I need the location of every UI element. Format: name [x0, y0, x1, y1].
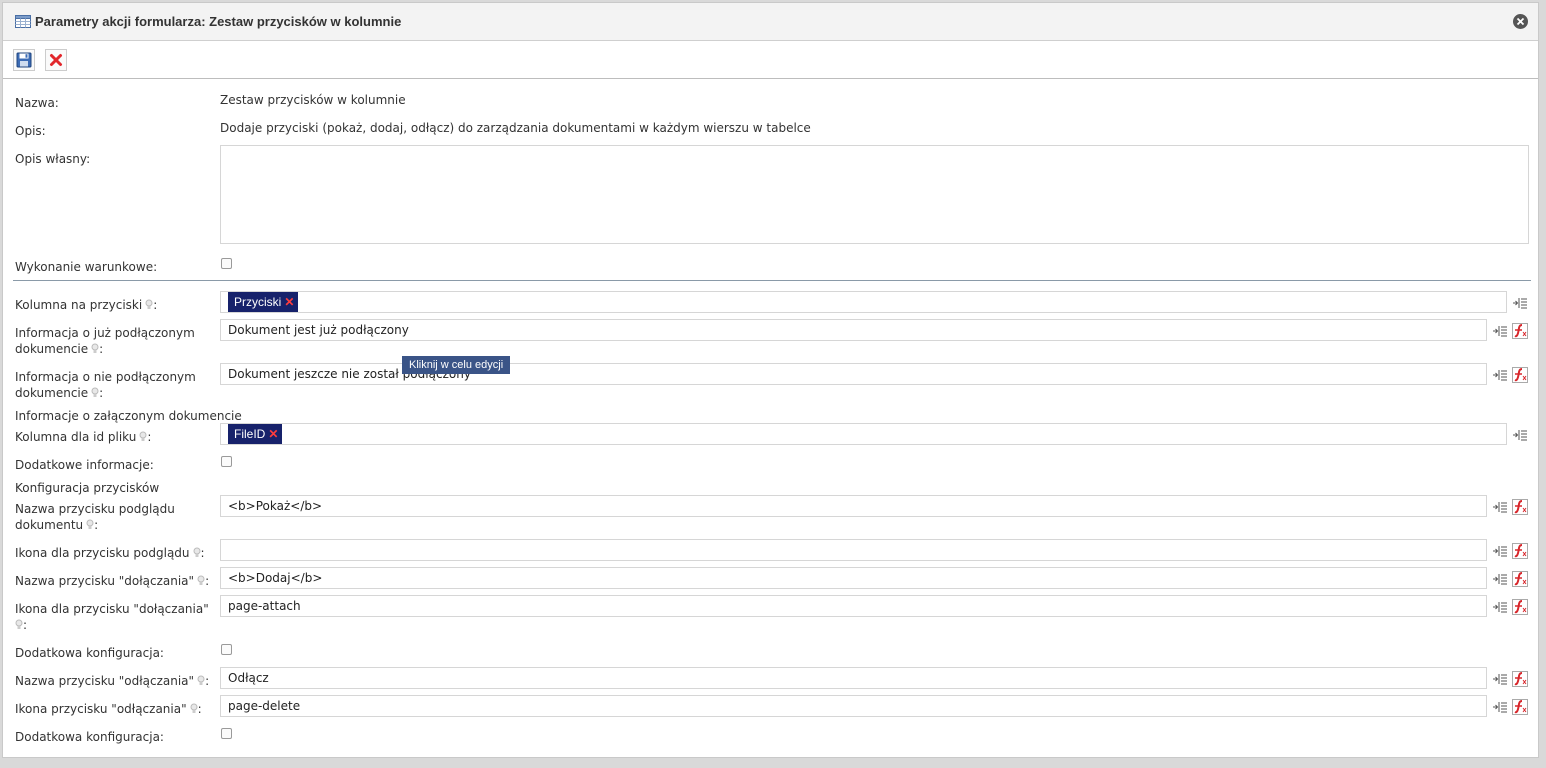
dialog-titlebar: Parametry akcji formularza: Zestaw przyc…	[3, 3, 1538, 41]
insert-variable-icon[interactable]	[1492, 600, 1508, 614]
detach-button-icon-field[interactable]: page-delete	[220, 695, 1487, 717]
preview-button-icon-label: Ikona dla przycisku podglądu:	[15, 546, 205, 560]
lightbulb-icon	[91, 386, 99, 397]
toolbar	[3, 41, 1538, 79]
name-label: Nazwa:	[15, 96, 59, 110]
extra-config-label: Dodatkowa konfiguracja:	[15, 646, 164, 660]
function-icon[interactable]	[1512, 671, 1528, 687]
file-id-tag: FileID ✕	[228, 424, 283, 444]
cancel-button[interactable]	[45, 48, 67, 71]
file-id-column-label: Kolumna dla id pliku:	[15, 430, 152, 444]
attach-button-icon-label: Ikona dla przycisku "dołączania":	[15, 602, 209, 632]
lightbulb-icon	[86, 518, 94, 529]
extra-info-label: Dodatkowe informacje:	[15, 458, 154, 472]
lightbulb-icon	[91, 342, 99, 353]
insert-variable-icon[interactable]	[1512, 296, 1528, 310]
function-icon[interactable]	[1512, 499, 1528, 515]
buttons-config-section-title: Konfiguracja przycisków	[15, 481, 160, 495]
function-icon[interactable]	[1512, 699, 1528, 715]
file-id-column-field[interactable]	[220, 423, 1507, 445]
attach-button-icon-field[interactable]: page-attach	[220, 595, 1487, 617]
lightbulb-icon	[15, 618, 23, 629]
attach-button-name-label: Nazwa przycisku "dołączania":	[15, 574, 210, 588]
own-description-label: Opis własny:	[15, 152, 91, 166]
red-x-icon	[50, 53, 62, 66]
remove-tag-icon[interactable]: ✕	[284, 295, 294, 309]
save-button[interactable]	[13, 48, 35, 71]
description-value: Dodaje przyciski (pokaż, dodaj, odłącz) …	[220, 121, 811, 135]
extra-config-checkbox[interactable]	[221, 644, 232, 655]
insert-variable-icon[interactable]	[1512, 428, 1528, 442]
function-icon[interactable]	[1512, 323, 1528, 339]
save-disk-icon	[16, 52, 32, 67]
preview-button-name-field[interactable]: <b>Pokaż</b>	[220, 495, 1487, 517]
extra-config-checkbox-2[interactable]	[221, 728, 232, 739]
insert-variable-icon[interactable]	[1492, 368, 1508, 382]
name-value: Zestaw przycisków w kolumnie	[220, 93, 406, 107]
insert-variable-icon[interactable]	[1492, 672, 1508, 686]
dialog: Parametry akcji formularza: Zestaw przyc…	[2, 2, 1539, 758]
close-icon	[1516, 17, 1525, 26]
remove-tag-icon[interactable]: ✕	[268, 427, 278, 441]
function-icon[interactable]	[1512, 543, 1528, 559]
conditional-execution-checkbox[interactable]	[221, 258, 232, 269]
separator	[13, 280, 1531, 281]
detach-button-name-field[interactable]: Odłącz	[220, 667, 1487, 689]
insert-variable-icon[interactable]	[1492, 500, 1508, 514]
lightbulb-icon	[190, 702, 198, 713]
insert-variable-icon[interactable]	[1492, 324, 1508, 338]
dialog-title: Parametry akcji formularza: Zestaw przyc…	[35, 14, 402, 29]
insert-variable-icon[interactable]	[1492, 572, 1508, 586]
description-label: Opis:	[15, 124, 46, 138]
lightbulb-icon	[193, 546, 201, 557]
table-icon	[15, 15, 31, 28]
attached-info-field[interactable]: Dokument jest już podłączony	[220, 319, 1487, 341]
attached-document-section-title: Informacje o załączonym dokumencie	[15, 409, 242, 423]
detach-button-name-label: Nazwa przycisku "odłączania":	[15, 674, 210, 688]
extra-config-label-2: Dodatkowa konfiguracja:	[15, 730, 164, 744]
attach-button-name-field[interactable]: <b>Dodaj</b>	[220, 567, 1487, 589]
edit-tooltip: Kliknij w celu edycji	[402, 356, 511, 374]
detach-button-icon-label: Ikona przycisku "odłączania":	[15, 702, 202, 716]
column-tag: Przyciski ✕	[228, 292, 299, 312]
preview-button-name-label: Nazwa przycisku podglądu dokumentu:	[15, 502, 175, 532]
insert-variable-icon[interactable]	[1492, 700, 1508, 714]
buttons-column-label: Kolumna na przyciski:	[15, 298, 158, 312]
buttons-column-field[interactable]	[220, 291, 1507, 313]
lightbulb-icon	[197, 674, 205, 685]
preview-button-icon-field[interactable]	[220, 539, 1487, 561]
own-description-textarea[interactable]	[220, 145, 1529, 244]
lightbulb-icon	[197, 574, 205, 585]
not-attached-info-label: Informacja o nie podłączonym dokumencie:	[15, 370, 196, 400]
attached-info-label: Informacja o już podłączonym dokumencie:	[15, 326, 195, 356]
insert-variable-icon[interactable]	[1492, 544, 1508, 558]
function-icon[interactable]	[1512, 367, 1528, 383]
extra-info-checkbox[interactable]	[221, 456, 232, 467]
close-button[interactable]	[1513, 14, 1528, 29]
function-icon[interactable]	[1512, 599, 1528, 615]
function-icon[interactable]	[1512, 571, 1528, 587]
conditional-execution-label: Wykonanie warunkowe:	[15, 260, 158, 274]
